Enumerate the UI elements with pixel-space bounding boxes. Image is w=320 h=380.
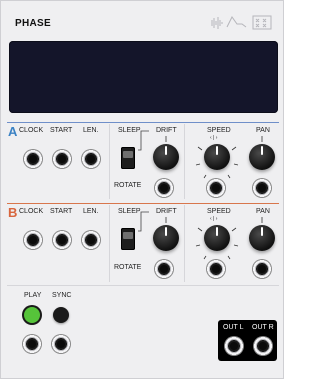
play-button[interactable] (24, 307, 40, 323)
row-a-separator-1 (109, 124, 110, 199)
row-a-clock-jack[interactable] (23, 149, 43, 169)
row-b-rotate-jack[interactable] (154, 259, 174, 279)
row-b-clock-label: CLOCK (19, 208, 44, 215)
row-a-len-jack[interactable] (81, 149, 101, 169)
out-l-label: OUT L (223, 324, 244, 331)
display-screen (9, 41, 278, 113)
module-title: PHASE (15, 18, 51, 29)
row-b-clock-jack[interactable] (23, 230, 43, 250)
out-r-label: OUT R (252, 324, 274, 331)
row-b-pan-tick (261, 217, 263, 223)
row-b-drift-tick (165, 217, 167, 223)
row-b-speed-knob[interactable] (204, 225, 230, 251)
sync-label: SYNC (52, 292, 72, 299)
row-a-pan-label: PAN (256, 127, 270, 134)
row-b-drift-knob[interactable] (153, 225, 179, 251)
row-a-pan-tick (261, 136, 263, 142)
row-b-drift-label: DRIFT (156, 208, 177, 215)
row-b-start-label: START (50, 208, 73, 215)
row-a-rotate-jack[interactable] (154, 178, 174, 198)
bottom-divider (7, 285, 279, 286)
row-a-start-label: START (50, 127, 73, 134)
row-a-speed-knob[interactable] (204, 144, 230, 170)
row-b-separator-2 (184, 205, 185, 282)
row-a-letter: A (8, 124, 18, 139)
row-a-drift-knob[interactable] (153, 144, 179, 170)
row-a-clock-label: CLOCK (19, 127, 44, 134)
out-l-jack[interactable] (224, 336, 244, 356)
row-b-speed-label: SPEED (207, 208, 231, 215)
row-b-pan-label: PAN (256, 208, 270, 215)
row-a-rotate-label: ROTATE (114, 182, 142, 189)
row-a-separator-2 (184, 124, 185, 199)
row-b-sleep-switch[interactable] (121, 228, 135, 250)
sync-button[interactable] (53, 307, 69, 323)
out-r-jack[interactable] (253, 336, 273, 356)
row-b-divider (7, 203, 279, 204)
row-b-rotate-label: ROTATE (114, 264, 142, 271)
row-b-pan-jack[interactable] (252, 259, 272, 279)
play-label: PLAY (24, 292, 42, 299)
row-a-speed-label: SPEED (207, 127, 231, 134)
row-b-separator-1 (109, 205, 110, 282)
row-a-start-jack[interactable] (52, 149, 72, 169)
row-b-len-label: LEN. (83, 208, 99, 215)
row-a-sleep-switch[interactable] (121, 147, 135, 169)
play-jack[interactable] (22, 334, 42, 354)
row-a-drift-label: DRIFT (156, 127, 177, 134)
module-panel: PHASE A CLOCK START LEN. SLEEP ROTATE DR… (0, 0, 284, 379)
row-b-speed-jack[interactable] (206, 259, 226, 279)
row-b-start-jack[interactable] (52, 230, 72, 250)
row-a-pan-knob[interactable] (249, 144, 275, 170)
row-b-len-jack[interactable] (81, 230, 101, 250)
sync-jack[interactable] (51, 334, 71, 354)
row-a-speed-jack[interactable] (206, 178, 226, 198)
row-a-drift-tick (165, 136, 167, 142)
row-a-divider (7, 122, 279, 123)
waveform-logo-icon (211, 15, 272, 30)
row-a-pan-jack[interactable] (252, 178, 272, 198)
row-a-len-label: LEN. (83, 127, 99, 134)
row-b-letter: B (8, 205, 18, 220)
row-b-pan-knob[interactable] (249, 225, 275, 251)
